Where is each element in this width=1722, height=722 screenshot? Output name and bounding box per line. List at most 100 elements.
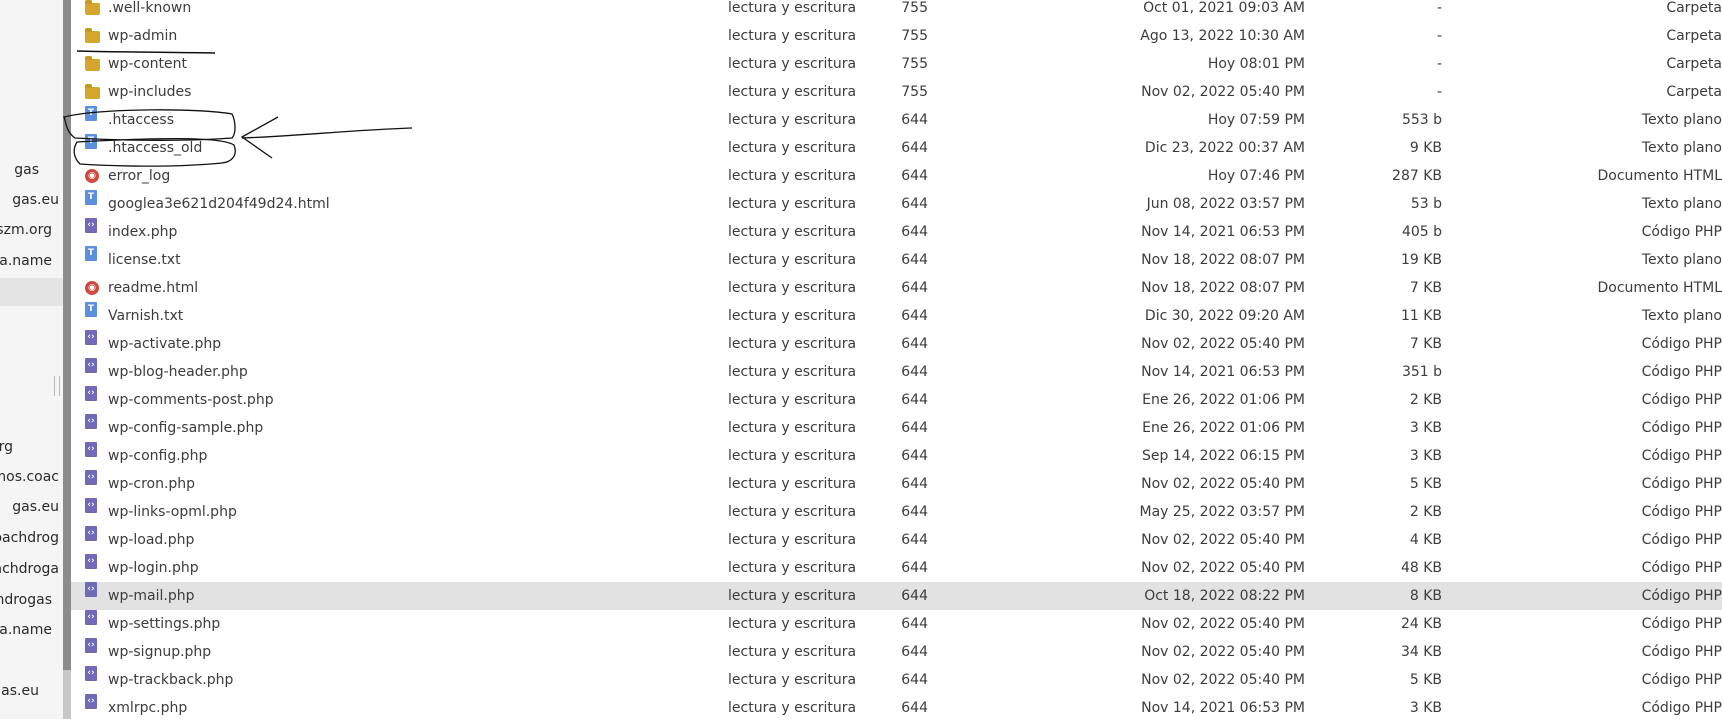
sidebar-scrollbar[interactable] bbox=[63, 0, 71, 719]
file-modified-date: Ago 13, 2022 10:30 AM bbox=[1140, 28, 1305, 44]
file-type: Carpeta bbox=[1666, 0, 1722, 16]
file-row[interactable]: T Varnish.txt lectura y escritura 644 Dic 30… bbox=[71, 302, 1722, 330]
sidebar-item[interactable]: uszm.org bbox=[0, 217, 52, 243]
file-row[interactable]: ‹› wp-mail.php lectura y escritura 644 Oct 1… bbox=[71, 582, 1722, 610]
file-size: - bbox=[1436, 28, 1442, 44]
file-list: .well-known lectura y escritura 755 Oct 01,… bbox=[71, 0, 1722, 722]
file-permissions: lectura y escritura bbox=[728, 56, 857, 72]
file-octal: 644 bbox=[901, 616, 928, 632]
file-type: Código PHP bbox=[1641, 476, 1722, 492]
file-row[interactable]: ‹› wp-login.php lectura y escritura 644 Nov … bbox=[71, 554, 1722, 582]
file-row[interactable]: wp-includes lectura y escritura 755 Nov 02,… bbox=[71, 78, 1722, 106]
file-size: 24 KB bbox=[1400, 616, 1442, 632]
file-row[interactable]: wp-content lectura y escritura 755 Hoy 08:0… bbox=[71, 50, 1722, 78]
php-file-icon: ‹› bbox=[85, 442, 97, 457]
file-size: 3 KB bbox=[1409, 700, 1442, 716]
file-size: - bbox=[1436, 56, 1442, 72]
sidebar-item[interactable]: achdroga bbox=[0, 556, 59, 582]
file-type: Texto plano bbox=[1641, 252, 1722, 268]
file-type: Texto plano bbox=[1641, 112, 1722, 128]
file-size: 553 b bbox=[1401, 112, 1442, 128]
file-modified-date: Hoy 08:01 PM bbox=[1207, 56, 1305, 72]
sidebar-item[interactable]: oachdrog bbox=[0, 525, 59, 551]
file-octal: 644 bbox=[901, 532, 928, 548]
file-modified-date: Ene 26, 2022 01:06 PM bbox=[1142, 420, 1305, 436]
file-modified-date: Hoy 07:59 PM bbox=[1207, 112, 1305, 128]
folder-icon bbox=[85, 28, 100, 43]
file-row[interactable]: Tlicense.txt lectura y escritura 644 Nov 18… bbox=[71, 246, 1722, 274]
file-type: Código PHP bbox=[1641, 336, 1722, 352]
file-permissions: lectura y escritura bbox=[728, 28, 857, 44]
file-type: Código PHP bbox=[1641, 392, 1722, 408]
sidebar-item[interactable]: rg bbox=[0, 434, 13, 460]
sidebar-item[interactable]: gas bbox=[14, 157, 39, 183]
file-permissions: lectura y escritura bbox=[728, 672, 857, 688]
file-type: Código PHP bbox=[1641, 224, 1722, 240]
file-row[interactable]: ‹› wp-signup.php lectura y escritura 644 Nov… bbox=[71, 638, 1722, 666]
sidebar-item[interactable]: rita.name bbox=[0, 617, 52, 643]
file-row[interactable]: ‹› wp-activate.php lectura y escritura 644 N… bbox=[71, 330, 1722, 358]
file-size: - bbox=[1436, 0, 1442, 16]
sidebar-selected-highlight bbox=[0, 278, 63, 306]
file-name: .htaccess bbox=[108, 112, 174, 128]
file-name: index.php bbox=[108, 224, 178, 240]
php-file-icon: ‹› bbox=[85, 582, 97, 597]
file-row[interactable]: ‹› wp-trackback.php lectura y escritura 644… bbox=[71, 666, 1722, 694]
file-size: 2 KB bbox=[1409, 392, 1442, 408]
php-file-icon: ‹› bbox=[85, 330, 97, 345]
file-row[interactable]: ‹› wp-cron.php lectura y escritura 644 Nov 0… bbox=[71, 470, 1722, 498]
file-permissions: lectura y escritura bbox=[728, 616, 857, 632]
file-size: 351 b bbox=[1401, 364, 1442, 380]
file-modified-date: Nov 02, 2022 05:40 PM bbox=[1141, 616, 1305, 632]
file-octal: 755 bbox=[901, 84, 928, 100]
file-permissions: lectura y escritura bbox=[728, 364, 857, 380]
file-row[interactable]: .well-known lectura y escritura 755 Oct 01,… bbox=[71, 0, 1722, 22]
file-modified-date: Sep 14, 2022 06:15 PM bbox=[1142, 448, 1305, 464]
text-file-icon: T bbox=[85, 134, 97, 149]
file-permissions: lectura y escritura bbox=[728, 224, 857, 240]
file-permissions: lectura y escritura bbox=[728, 196, 857, 212]
file-row[interactable]: ‹› wp-settings.php lectura y escritura 644 N… bbox=[71, 610, 1722, 638]
sidebar-item[interactable]: achdrogas bbox=[0, 587, 52, 613]
file-row[interactable]: ‹› wp-links-opml.php lectura y escritura 64… bbox=[71, 498, 1722, 526]
sidebar-item[interactable]: gas.eu bbox=[0, 678, 39, 704]
file-row[interactable]: ‹› xmlrpc.php lectura y escritura 644 Nov 14… bbox=[71, 694, 1722, 722]
sidebar-item[interactable]: mos.coac bbox=[0, 464, 59, 490]
file-permissions: lectura y escritura bbox=[728, 476, 857, 492]
file-permissions: lectura y escritura bbox=[728, 504, 857, 520]
text-file-icon: T bbox=[85, 302, 97, 317]
file-permissions: lectura y escritura bbox=[728, 0, 857, 16]
file-type: Carpeta bbox=[1666, 84, 1722, 100]
file-octal: 644 bbox=[901, 504, 928, 520]
file-type: Texto plano bbox=[1641, 140, 1722, 156]
file-row[interactable]: T .htaccess lectura y escritura 644 Hoy 07:5… bbox=[71, 106, 1722, 134]
file-row[interactable]: ‹› index.php lectura y escritura 644 Nov 14,… bbox=[71, 218, 1722, 246]
file-name: wp-trackback.php bbox=[108, 672, 234, 688]
file-row[interactable]: ‹› wp-comments-post.php lectura y escritur… bbox=[71, 386, 1722, 414]
file-row[interactable]: ‹› wp-load.php lectura y escritura 644 Nov 0… bbox=[71, 526, 1722, 554]
file-row[interactable]: ‹› wp-config-sample.php lectura y escritur… bbox=[71, 414, 1722, 442]
file-row[interactable]: T .htaccess_old lectura y escritura 644 Dic … bbox=[71, 134, 1722, 162]
file-name: Varnish.txt bbox=[108, 308, 184, 324]
file-name: wp-comments-post.php bbox=[108, 392, 274, 408]
file-octal: 644 bbox=[901, 672, 928, 688]
sidebar-resize-grip[interactable] bbox=[54, 376, 60, 396]
file-row[interactable]: wp-admin lectura y escritura 755 Ago 13, 20… bbox=[71, 22, 1722, 50]
file-row[interactable]: ◉ readme.html lectura y escritura 644 Nov 18… bbox=[71, 274, 1722, 302]
file-size: 9 KB bbox=[1409, 140, 1442, 156]
file-name: readme.html bbox=[108, 280, 199, 296]
file-permissions: lectura y escritura bbox=[728, 168, 857, 184]
php-file-icon: ‹› bbox=[85, 666, 97, 681]
file-row[interactable]: ‹› wp-config.php lectura y escritura 644 Sep… bbox=[71, 442, 1722, 470]
sidebar-item[interactable]: gas.eu bbox=[12, 494, 59, 520]
sidebar-scrollbar-track[interactable] bbox=[63, 670, 71, 719]
sidebar-item[interactable]: gas.eu bbox=[12, 187, 59, 213]
file-row[interactable]: Tgooglea3e621d204f49d24.html lectura y es… bbox=[71, 190, 1722, 218]
sidebar-item[interactable]: a.name bbox=[0, 248, 52, 274]
file-modified-date: Jun 08, 2022 03:57 PM bbox=[1146, 196, 1305, 212]
file-row[interactable]: ‹› wp-blog-header.php lectura y escritura 6… bbox=[71, 358, 1722, 386]
file-size: 34 KB bbox=[1400, 644, 1442, 660]
file-type: Documento HTML bbox=[1597, 168, 1722, 184]
file-permissions: lectura y escritura bbox=[728, 392, 857, 408]
file-row[interactable]: ◉ error_log lectura y escritura 644 Hoy 07:4… bbox=[71, 162, 1722, 190]
